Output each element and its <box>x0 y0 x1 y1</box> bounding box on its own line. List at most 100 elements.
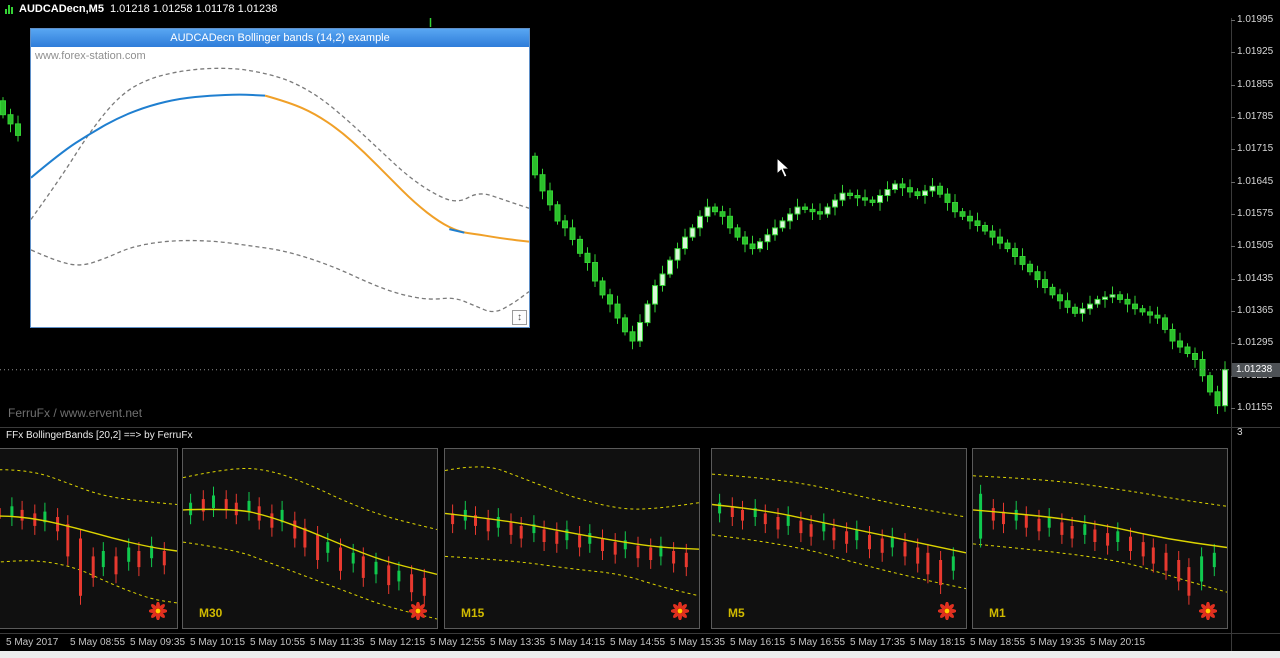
resize-handle-icon[interactable]: ↕ <box>512 310 527 325</box>
candlestick <box>1222 369 1228 407</box>
candlestick <box>712 206 718 213</box>
candlestick <box>787 213 793 222</box>
price-axis-label: 1.01785 <box>1237 111 1274 122</box>
price-axis-label: 1.01715 <box>1237 143 1274 155</box>
candlestick <box>1184 346 1191 354</box>
time-axis-label: 5 May 16:15 <box>730 637 786 648</box>
candlestick <box>952 202 958 213</box>
current-price-tag: 1.01238 <box>1232 362 1280 377</box>
candlestick <box>809 208 816 213</box>
candlestick <box>674 248 681 261</box>
candlestick <box>15 123 21 136</box>
price-axis-label: 1.01995 <box>1237 14 1274 25</box>
candlestick <box>659 273 666 286</box>
candlestick <box>1192 353 1198 360</box>
price-axis-label: 1.01365 <box>1237 305 1274 316</box>
time-axis-label: 5 May 12:55 <box>430 637 486 648</box>
candlestick <box>1207 375 1213 393</box>
time-axis-label: 5 May 13:35 <box>490 637 546 648</box>
candlestick <box>959 211 966 217</box>
candlestick <box>652 285 658 305</box>
candlestick <box>794 206 801 215</box>
candlestick <box>914 191 921 197</box>
time-axis-label: 5 May 11:35 <box>310 637 365 648</box>
candlestick <box>569 227 576 240</box>
timeframe-panel-m1: M1 <box>972 448 1228 629</box>
candlestick <box>869 199 876 203</box>
time-axis-label: 5 May 20:15 <box>1090 637 1146 648</box>
candlestick <box>1214 391 1221 407</box>
candlestick <box>547 190 553 206</box>
candlestick <box>607 294 613 305</box>
price-axis-tick <box>1231 20 1235 21</box>
chart-icon <box>5 4 13 14</box>
sun-flower-icon <box>149 602 167 620</box>
candlestick <box>1064 300 1071 308</box>
price-axis-tick <box>1231 181 1235 183</box>
candlestick <box>1094 298 1101 305</box>
candlestick <box>584 252 591 264</box>
candlestick <box>937 185 943 195</box>
candlestick <box>802 206 808 210</box>
candlestick <box>1034 271 1041 281</box>
candlestick <box>667 259 673 275</box>
candlestick <box>1049 286 1056 296</box>
bollinger-example-window[interactable]: AUDCADecn Bollinger bands (14,2) example… <box>30 28 530 328</box>
mt4-chart-window: AUDCADecn,M5 1.01218 1.01258 1.01178 1.0… <box>0 0 1280 658</box>
price-axis-tick <box>1231 278 1235 280</box>
candlestick <box>764 234 771 243</box>
candlestick <box>682 236 688 250</box>
inset-window-title: AUDCADecn Bollinger bands (14,2) example <box>170 32 390 44</box>
candlestick <box>554 204 561 222</box>
sun-flower-icon <box>409 602 427 620</box>
time-axis-label: 5 May 17:35 <box>850 637 906 648</box>
time-axis-label: 5 May 14:15 <box>550 637 606 648</box>
candlestick <box>907 187 913 193</box>
time-axis-label: 5 May 10:15 <box>190 637 246 648</box>
candlestick <box>877 195 883 203</box>
upper-band-line <box>31 67 529 220</box>
candlestick <box>622 317 628 333</box>
price-axis-tick <box>1231 343 1235 345</box>
candlestick <box>884 189 891 196</box>
candlestick <box>1102 296 1108 300</box>
middle-band-up-line <box>31 93 266 179</box>
subwindow-separator[interactable] <box>0 427 1280 428</box>
candlestick <box>824 206 831 215</box>
candlestick <box>899 183 906 189</box>
candlestick <box>1162 317 1168 330</box>
time-axis-label: 5 May 18:55 <box>970 637 1026 648</box>
candlestick <box>989 230 996 238</box>
window-bottom-edge <box>0 651 1280 658</box>
candlestick <box>772 227 778 236</box>
candlestick <box>779 220 786 229</box>
candlestick <box>727 215 733 229</box>
candlestick <box>1139 308 1146 313</box>
price-axis-label: 1.01645 <box>1237 175 1274 187</box>
price-axis-tick <box>1231 214 1235 215</box>
candlestick <box>847 192 853 196</box>
time-axis-label: 5 May 09:35 <box>130 637 186 648</box>
time-axis-separator <box>0 633 1280 634</box>
price-axis-tick <box>1231 311 1235 312</box>
price-axis[interactable]: 1.01995 1.01925 1.01855 1.01785 1.01715 1.016… <box>1231 14 1280 634</box>
candlestick <box>1079 308 1086 314</box>
price-axis-tick <box>1231 408 1235 409</box>
candlestick <box>1132 303 1138 310</box>
middle-band-down-line <box>264 94 529 243</box>
candlestick <box>1177 340 1183 348</box>
timeframe-label: M15 <box>461 606 485 620</box>
price-axis-label: 1.01855 <box>1237 78 1274 90</box>
ohlc-values: 1.01218 1.01258 1.01178 1.01238 <box>109 3 278 15</box>
candlestick <box>614 303 621 319</box>
inset-window-title-bar[interactable]: AUDCADecn Bollinger bands (14,2) example <box>31 29 529 47</box>
bollinger-example-chart <box>31 67 529 313</box>
sun-flower-icon <box>938 602 956 620</box>
timeframe-label: M1 <box>989 606 1006 620</box>
price-axis-tick <box>1231 52 1235 54</box>
candlestick <box>854 195 861 199</box>
candlestick <box>892 183 898 190</box>
candlestick <box>599 280 606 296</box>
candlestick <box>974 220 981 226</box>
inset-window-body: www.forex-station.com ↕ <box>31 47 529 327</box>
